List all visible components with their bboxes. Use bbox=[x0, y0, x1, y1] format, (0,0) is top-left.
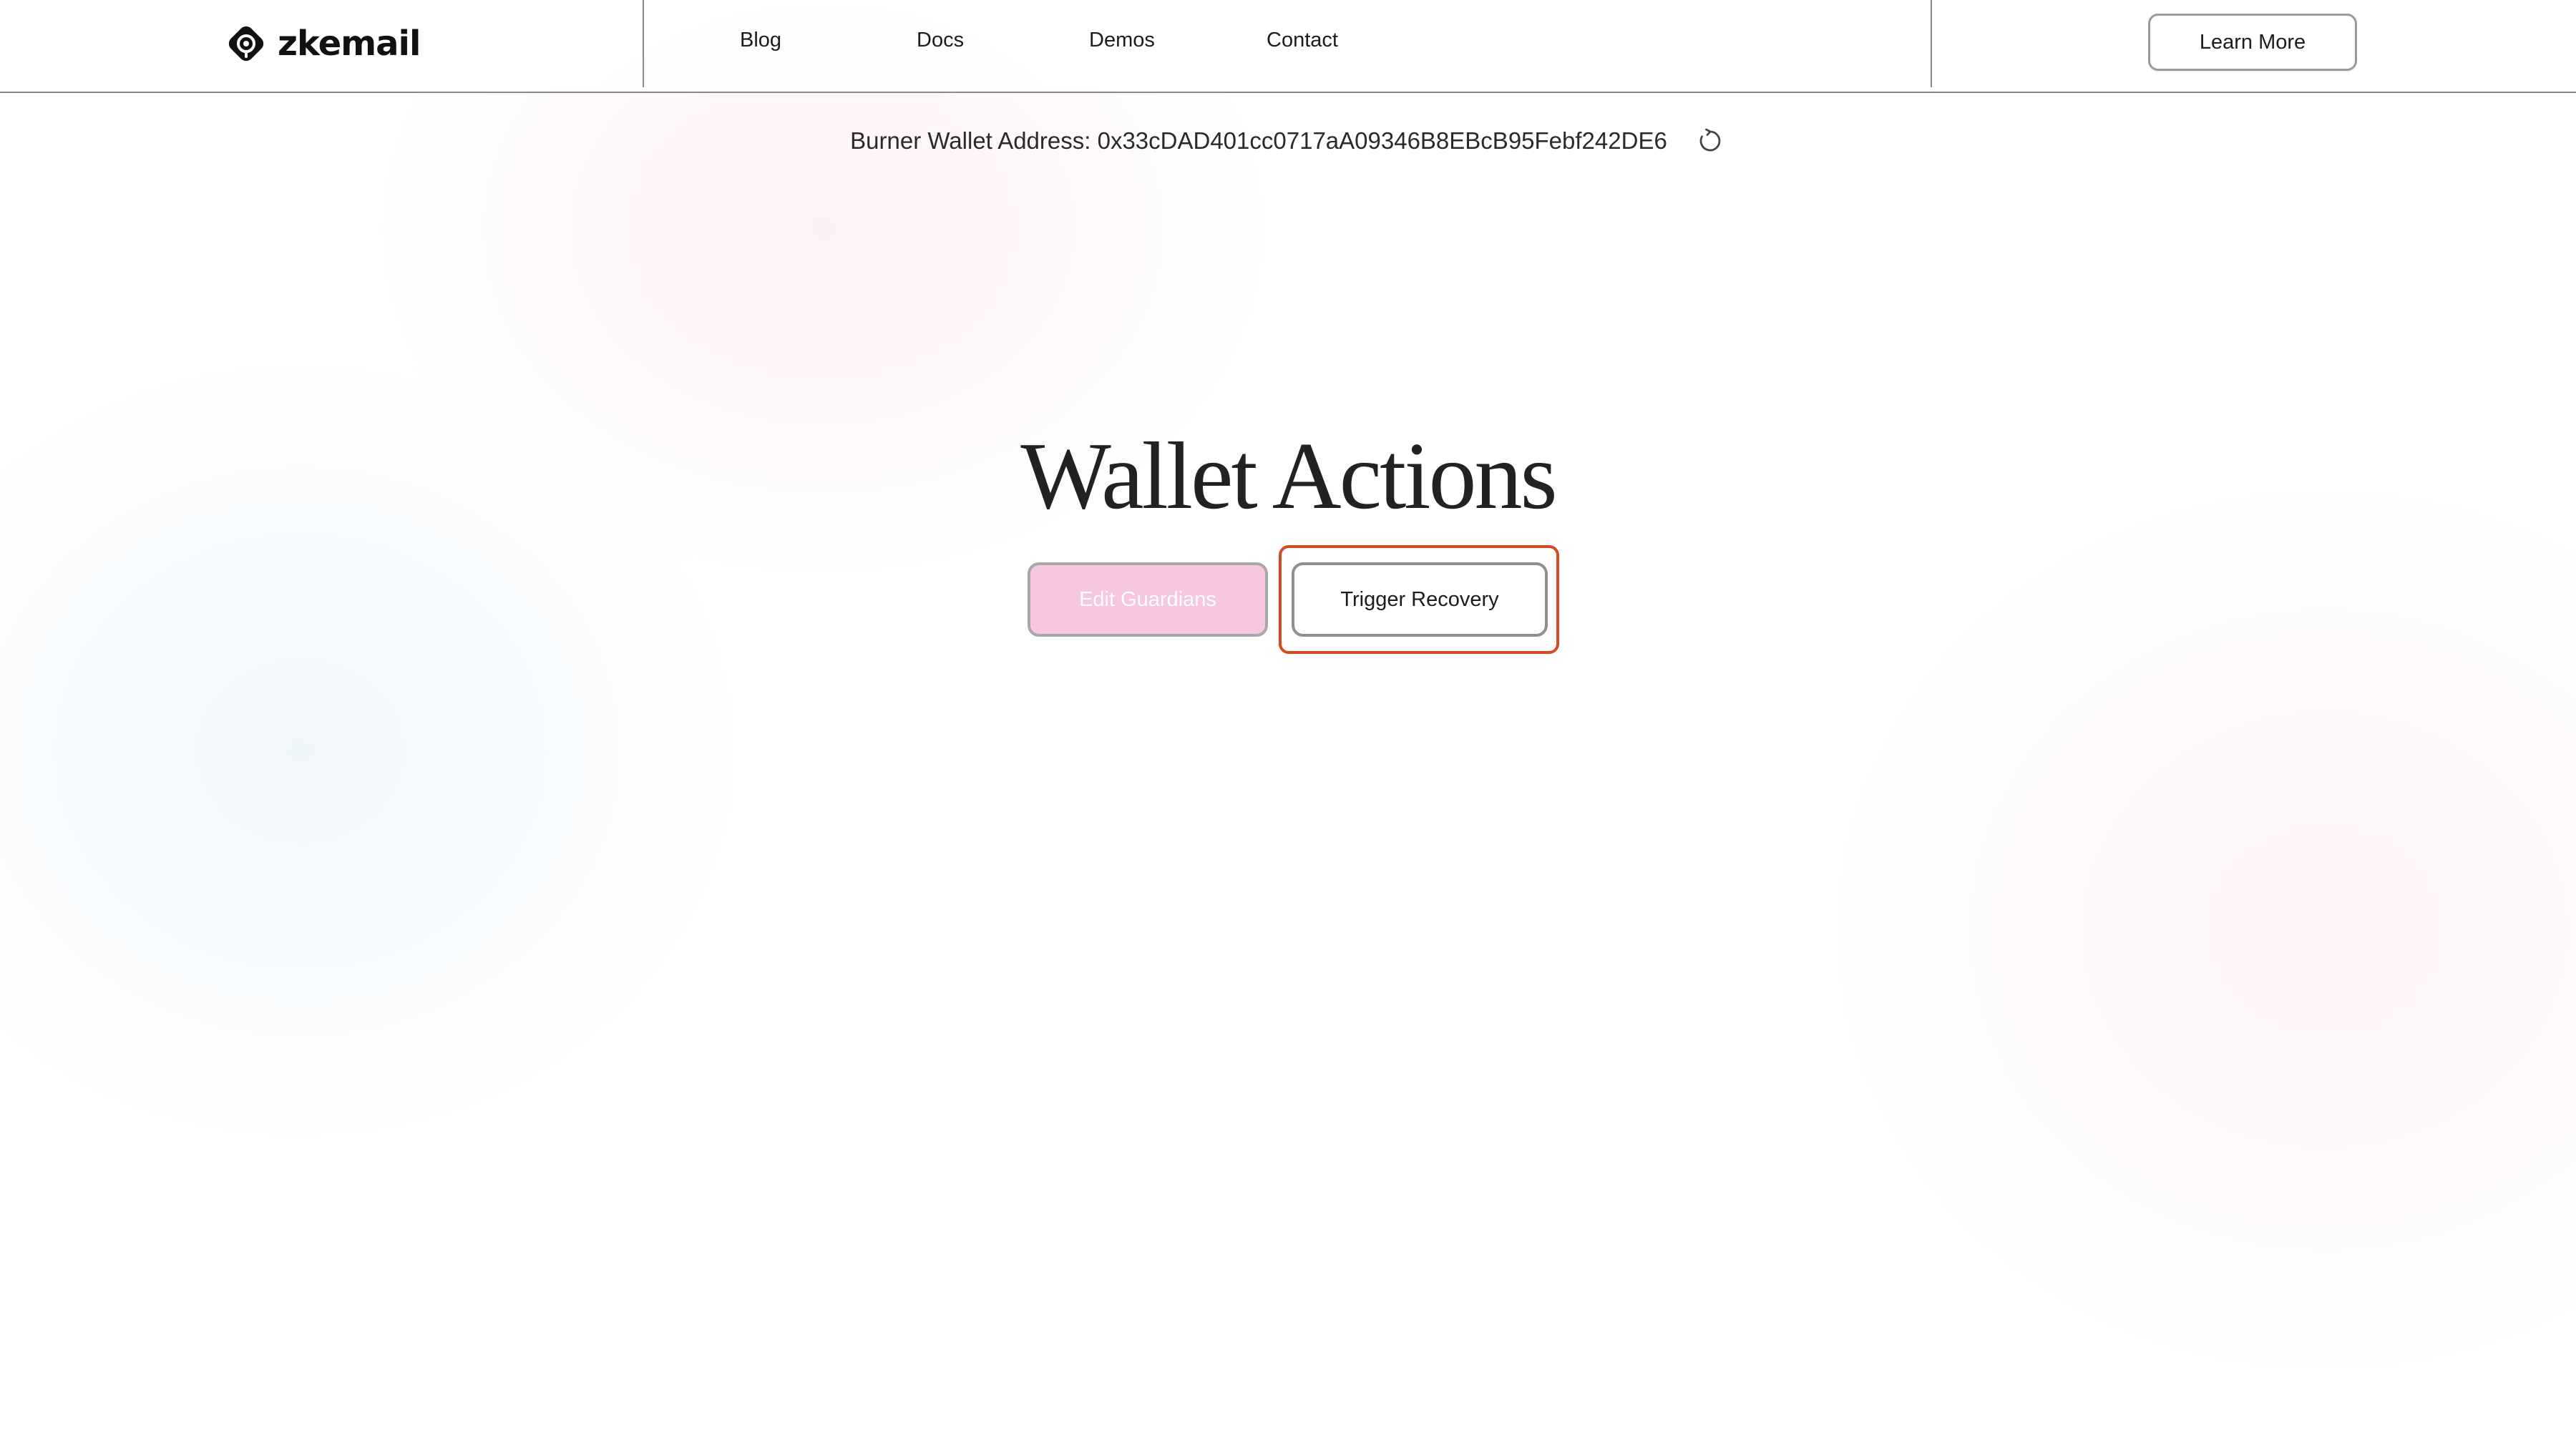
learn-more-button[interactable]: Learn More bbox=[2148, 14, 2357, 71]
trigger-recovery-button[interactable]: Trigger Recovery bbox=[1292, 562, 1548, 637]
zkemail-logo-icon bbox=[228, 26, 264, 62]
nav-link-blog[interactable]: Blog bbox=[740, 29, 781, 52]
nav-divider-left bbox=[643, 0, 644, 87]
nav-link-contact[interactable]: Contact bbox=[1267, 29, 1338, 52]
burner-wallet-address: Burner Wallet Address: 0x33cDAD401cc0717… bbox=[850, 127, 1667, 154]
brand-name: zkemail bbox=[278, 24, 421, 64]
page-title: Wallet Actions bbox=[1020, 423, 1557, 529]
nav-link-demos[interactable]: Demos bbox=[1089, 29, 1155, 52]
refresh-icon bbox=[1699, 128, 1721, 152]
nav-link-docs[interactable]: Docs bbox=[917, 29, 964, 52]
brand-logo-link[interactable]: zkemail bbox=[223, 19, 421, 69]
top-navbar: zkemail Blog Docs Demos Contact Learn Mo… bbox=[0, 0, 2576, 93]
edit-guardians-button[interactable]: Edit Guardians bbox=[1028, 562, 1268, 637]
page-background bbox=[0, 0, 2576, 1448]
burner-wallet-bar: Burner Wallet Address: 0x33cDAD401cc0717… bbox=[0, 125, 2576, 157]
nav-divider-right bbox=[1931, 0, 1932, 87]
refresh-wallet-button[interactable] bbox=[1694, 125, 1726, 157]
